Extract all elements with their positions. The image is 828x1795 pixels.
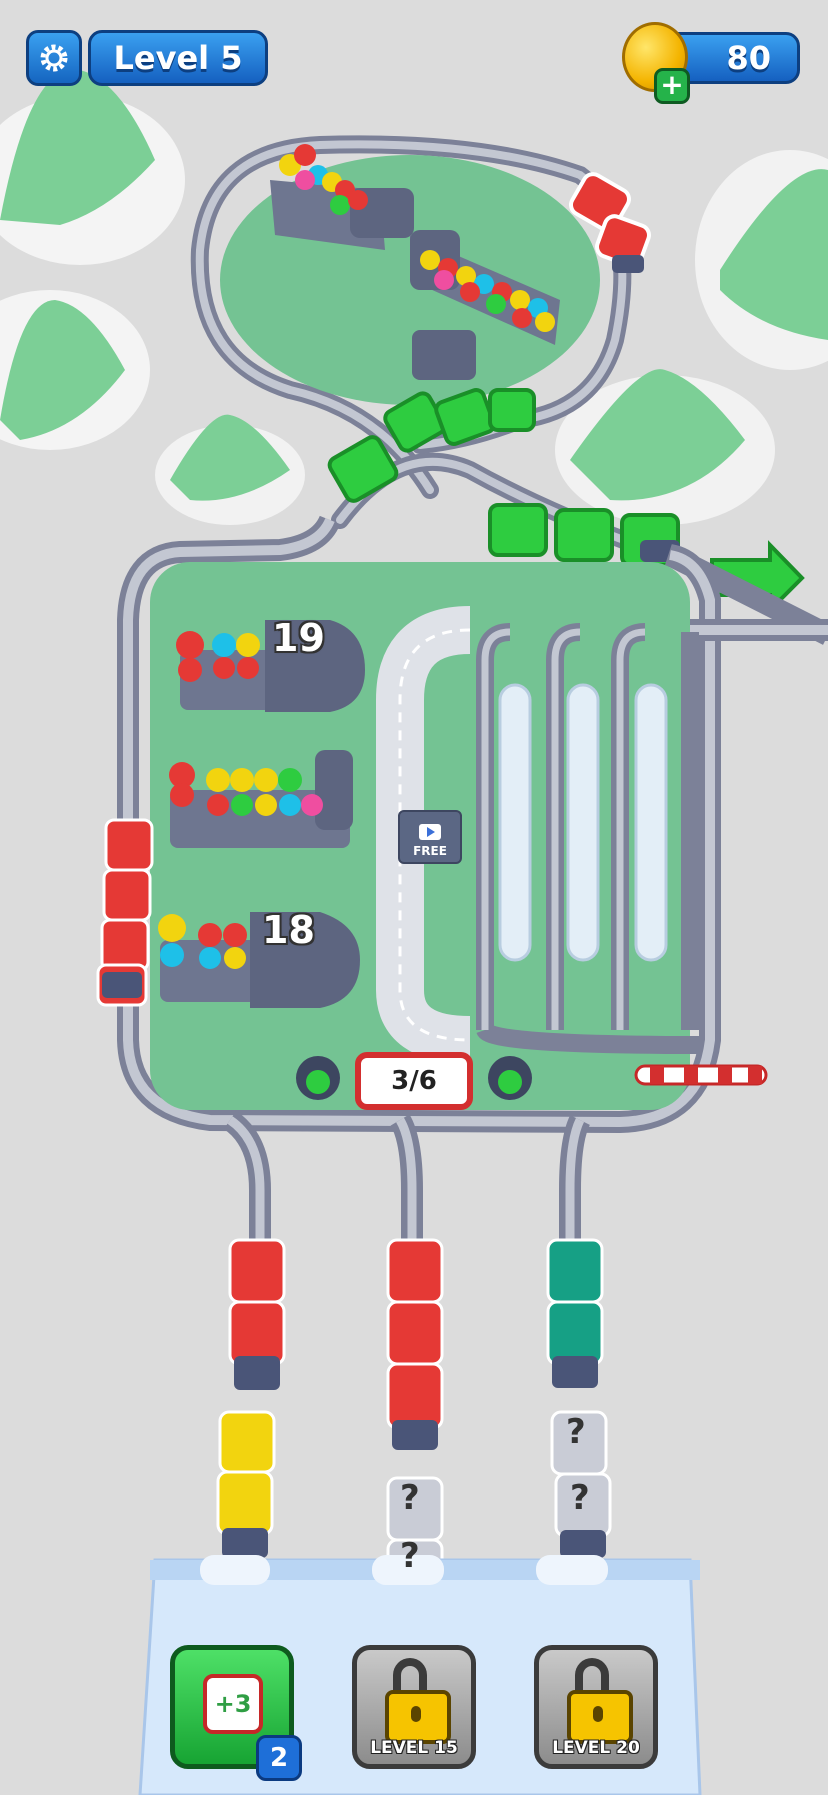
game-world xyxy=(0,69,828,1795)
queue-lane-1-cars xyxy=(216,1238,286,1558)
settings-button[interactable] xyxy=(26,30,82,86)
hidden-car-mark: ? xyxy=(566,1412,586,1452)
locked-booster-level-15[interactable]: LEVEL 15 xyxy=(352,1645,476,1769)
bench-bottom-count: 18 xyxy=(262,908,315,952)
hidden-car-mark: ? xyxy=(400,1478,420,1518)
level-indicator: Level 5 xyxy=(88,30,268,86)
locked-booster-level-20[interactable]: LEVEL 20 xyxy=(534,1645,658,1769)
free-label: FREE xyxy=(413,844,447,858)
add-coins-button[interactable]: + xyxy=(654,68,690,104)
unlock-level-label: LEVEL 15 xyxy=(370,1738,458,1758)
hidden-car-mark: ? xyxy=(400,1536,420,1576)
gear-icon xyxy=(40,44,68,72)
game-stage[interactable]: Level 5 80 + 19 18 3/6 FREE ? ? ? ? +3 2… xyxy=(0,0,828,1795)
bench-top-count: 19 xyxy=(272,616,325,660)
free-spot-button[interactable]: FREE xyxy=(398,810,462,864)
green-train-right xyxy=(488,503,680,567)
hidden-car-mark: ? xyxy=(570,1478,590,1518)
progress-counter: 3/6 xyxy=(355,1052,473,1110)
barrier xyxy=(634,1064,768,1086)
red-train-left xyxy=(96,818,154,1007)
booster-label: +3 xyxy=(214,1690,252,1718)
video-ad-icon xyxy=(419,824,441,840)
unlock-level-label: LEVEL 20 xyxy=(552,1738,640,1758)
booster-box-icon: +3 xyxy=(203,1674,263,1734)
booster-count-badge: 2 xyxy=(256,1735,302,1781)
queue-lane-2-cars xyxy=(386,1238,444,1582)
